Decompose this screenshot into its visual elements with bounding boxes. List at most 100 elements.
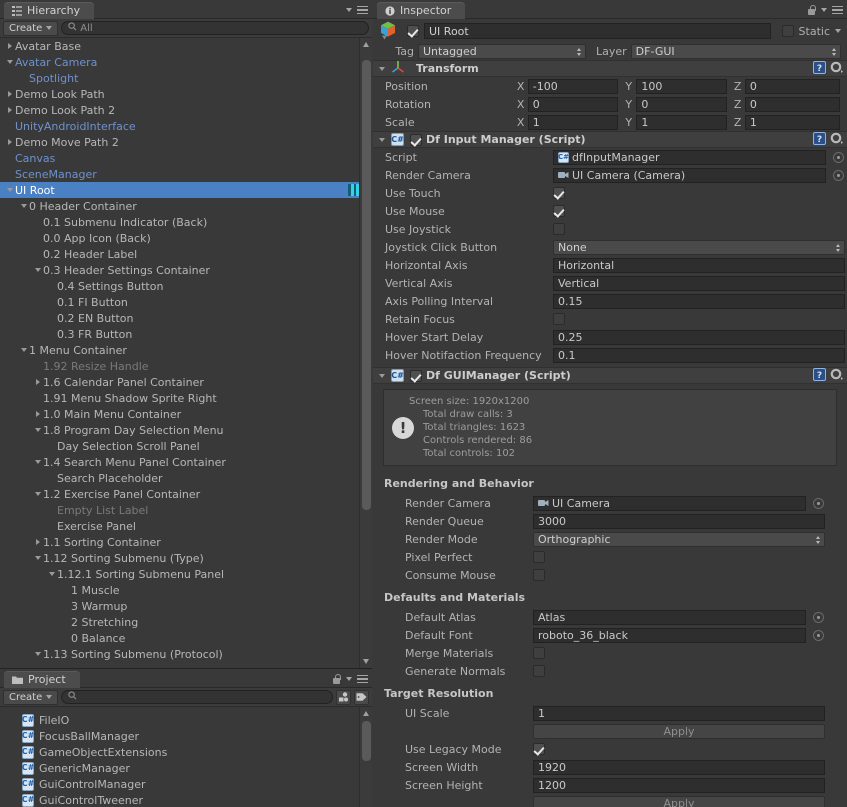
filter-by-label-icon[interactable]	[354, 689, 369, 705]
default-font-object-field[interactable]: roboto_36_black	[533, 627, 806, 643]
tab-inspector[interactable]: Inspector	[377, 2, 466, 19]
panel-menu-icon[interactable]	[832, 5, 843, 15]
project-asset-list[interactable]: C# FileIO C# FocusBallManager C# GameObjectEx…	[0, 707, 372, 807]
scroll-down-icon[interactable]	[363, 659, 369, 664]
project-asset-row[interactable]: C# GuiControlManager	[0, 776, 372, 792]
foldout-arrow-icon[interactable]	[376, 132, 387, 148]
hierarchy-item-1-4-search-menu-panel-container[interactable]: 1.4 Search Menu Panel Container	[0, 454, 372, 470]
ui-scale-input[interactable]: 1	[533, 705, 825, 721]
component-header-gui-manager[interactable]: C# Df GUIManager (Script) ?	[373, 367, 847, 384]
chevron-down-icon[interactable]	[821, 8, 827, 12]
project-asset-row[interactable]: C# FileIO	[0, 712, 372, 728]
foldout-arrow-icon[interactable]	[32, 646, 43, 662]
foldout-arrow-icon[interactable]	[32, 486, 43, 502]
use-joystick-checkbox[interactable]	[553, 223, 565, 235]
hierarchy-item-0-3-header-settings-container[interactable]: 0.3 Header Settings Container	[0, 262, 372, 278]
foldout-arrow-icon[interactable]	[4, 102, 15, 118]
hierarchy-item-1-6-calendar-panel-container[interactable]: 1.6 Calendar Panel Container	[0, 374, 372, 390]
hierarchy-item-1-menu-container[interactable]: 1 Menu Container	[0, 342, 372, 358]
project-asset-row[interactable]: C# GenericManager	[0, 760, 372, 776]
hierarchy-item-1-8-program-day-selection-menu[interactable]: 1.8 Program Day Selection Menu	[0, 422, 372, 438]
hierarchy-item-exercise-panel[interactable]: Exercise Panel	[0, 518, 372, 534]
hierarchy-item-1-13-sorting-submenu-protocol[interactable]: 1.13 Sorting Submenu (Protocol)	[0, 646, 372, 662]
transform-rotation-x-input[interactable]: 0	[527, 96, 619, 112]
project-search-input[interactable]	[61, 690, 333, 704]
hierarchy-scrollbar[interactable]	[359, 38, 372, 668]
project-asset-row[interactable]: C# GuiControlTweener	[0, 792, 372, 807]
panel-menu-icon[interactable]	[357, 674, 368, 684]
hierarchy-item-0-2-en-button[interactable]: 0.2 EN Button	[0, 310, 372, 326]
foldout-arrow-icon[interactable]	[32, 374, 43, 390]
use-mouse-checkbox[interactable]	[553, 205, 565, 217]
hierarchy-item-0-2-header-label[interactable]: 0.2 Header Label	[0, 246, 372, 262]
hierarchy-item-demo-look-path-2[interactable]: Demo Look Path 2	[0, 102, 372, 118]
transform-rotation-z-input[interactable]: 0	[744, 96, 840, 112]
transform-scale-x-input[interactable]: 1	[527, 114, 619, 130]
foldout-arrow-icon[interactable]	[18, 342, 29, 358]
tab-project[interactable]: Project	[4, 671, 80, 688]
project-asset-row[interactable]: C# GameObjectExtensions	[0, 744, 372, 760]
transform-position-x-input[interactable]: -100	[527, 78, 619, 94]
hierarchy-item-day-selection-scroll-panel[interactable]: Day Selection Scroll Panel	[0, 438, 372, 454]
help-icon[interactable]: ?	[813, 60, 826, 77]
hierarchy-item-spotlight[interactable]: Spotlight	[0, 70, 372, 86]
transform-rotation-y-input[interactable]: 0	[636, 96, 727, 112]
hierarchy-item-unityandroidinterface[interactable]: UnityAndroidInterface	[0, 118, 372, 134]
tab-hierarchy[interactable]: Hierarchy	[4, 2, 95, 19]
screen-height-input[interactable]: 1200	[533, 777, 825, 793]
hierarchy-item-1-12-1-sorting-submenu-panel[interactable]: 1.12.1 Sorting Submenu Panel	[0, 566, 372, 582]
component-header-transform[interactable]: Transform ?	[373, 60, 847, 77]
render-camera-object-field[interactable]: UI Camera	[533, 495, 806, 511]
gear-icon[interactable]	[830, 132, 843, 148]
hierarchy-item-0-3-fr-button[interactable]: 0.3 FR Button	[0, 326, 372, 342]
transform-position-y-input[interactable]: 100	[636, 78, 727, 94]
default-atlas-object-field[interactable]: Atlas	[533, 609, 806, 625]
input-manager-enabled-checkbox[interactable]	[410, 133, 422, 146]
foldout-arrow-icon[interactable]	[32, 406, 43, 422]
hierarchy-item-1-0-main-menu-container[interactable]: 1.0 Main Menu Container	[0, 406, 372, 422]
hierarchy-item-canvas[interactable]: Canvas	[0, 150, 372, 166]
project-create-button[interactable]: Create	[3, 689, 59, 705]
project-scroll-thumb[interactable]	[362, 721, 371, 761]
hierarchy-item-0-header-container[interactable]: 0 Header Container	[0, 198, 372, 214]
hierarchy-scroll-thumb[interactable]	[362, 60, 371, 510]
chevron-down-icon[interactable]	[346, 677, 352, 681]
layer-dropdown[interactable]: DF-GUI	[630, 43, 841, 59]
render-camera-object-picker-icon[interactable]	[833, 169, 844, 181]
hierarchy-create-button[interactable]: Create	[3, 20, 59, 36]
hover-notifaction-frequency-input[interactable]: 0.1	[553, 347, 845, 363]
gear-icon[interactable]	[830, 61, 843, 77]
hierarchy-tree[interactable]: Avatar Base Avatar Camera Spotlight Demo Lo…	[0, 38, 372, 668]
foldout-arrow-icon[interactable]	[4, 86, 15, 102]
hierarchy-item-empty-list-label[interactable]: Empty List Label	[0, 502, 372, 518]
foldout-arrow-icon[interactable]	[32, 422, 43, 438]
render-mode-dropdown[interactable]: Orthographic	[533, 531, 825, 547]
gear-icon[interactable]	[830, 368, 843, 384]
hierarchy-search-input[interactable]: All	[61, 21, 369, 35]
hierarchy-item-1-91-menu-shadow-sprite-right[interactable]: 1.91 Menu Shadow Sprite Right	[0, 390, 372, 406]
scroll-up-icon[interactable]	[363, 711, 369, 716]
script-object-field[interactable]: C# dfInputManager	[553, 149, 826, 165]
hierarchy-item-0-0-app-icon-back[interactable]: 0.0 App Icon (Back)	[0, 230, 372, 246]
script-object-picker-icon[interactable]	[833, 151, 844, 163]
hierarchy-item-1-2-exercise-panel-container[interactable]: 1.2 Exercise Panel Container	[0, 486, 372, 502]
hierarchy-item-avatar-camera[interactable]: Avatar Camera	[0, 54, 372, 70]
hierarchy-item-scenemanager[interactable]: SceneManager	[0, 166, 372, 182]
chevron-down-icon[interactable]	[346, 8, 352, 12]
foldout-arrow-icon[interactable]	[4, 54, 15, 70]
default-atlas-object-picker-icon[interactable]	[813, 611, 824, 623]
foldout-arrow-icon[interactable]	[4, 134, 15, 150]
transform-scale-z-input[interactable]: 1	[744, 114, 840, 130]
use-legacy-mode-checkbox[interactable]	[533, 743, 545, 755]
gameobject-enabled-checkbox[interactable]	[407, 25, 419, 37]
hierarchy-item-0-4-settings-button[interactable]: 0.4 Settings Button	[0, 278, 372, 294]
gameobject-name-input[interactable]: UI Root	[424, 23, 771, 39]
foldout-arrow-icon[interactable]	[4, 38, 15, 54]
foldout-arrow-icon[interactable]	[32, 454, 43, 470]
screen-width-input[interactable]: 1920	[533, 759, 825, 775]
retain-focus-checkbox[interactable]	[553, 313, 565, 325]
foldout-arrow-icon[interactable]	[4, 182, 15, 198]
tag-dropdown[interactable]: Untagged	[418, 43, 586, 59]
pixel-perfect-checkbox[interactable]	[533, 551, 545, 563]
project-asset-row[interactable]: C# FocusBallManager	[0, 728, 372, 744]
